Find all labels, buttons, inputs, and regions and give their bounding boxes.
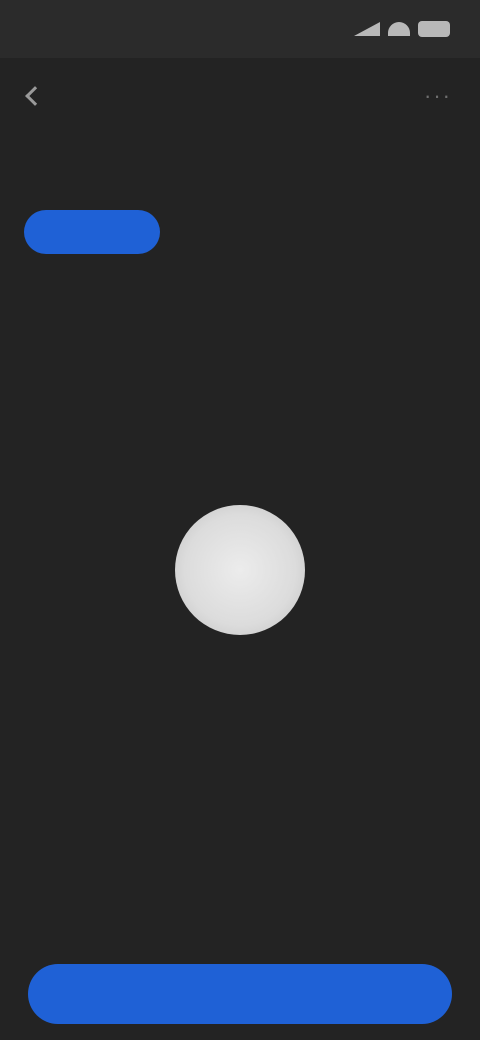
status-icons xyxy=(354,21,450,37)
empty-state xyxy=(60,505,420,745)
segment-option-3[interactable] xyxy=(320,142,456,262)
segment-value[interactable] xyxy=(172,210,308,254)
segment-option-2[interactable] xyxy=(172,142,308,262)
segment-label xyxy=(320,142,456,182)
battery-icon xyxy=(418,21,450,37)
status-bar xyxy=(0,0,480,58)
top-navigation: ··· xyxy=(0,70,480,122)
placeholder-circle-icon xyxy=(175,505,305,635)
back-arrow-icon[interactable] xyxy=(25,86,45,106)
segment-value[interactable] xyxy=(320,210,456,254)
more-icon[interactable]: ··· xyxy=(424,83,452,109)
app-screen: ··· xyxy=(0,0,480,1040)
segment-selector xyxy=(24,142,456,262)
signal-icon xyxy=(354,22,380,36)
segment-label xyxy=(172,142,308,182)
wifi-icon xyxy=(388,22,410,36)
segment-option-1[interactable] xyxy=(24,142,160,262)
segment-value[interactable] xyxy=(24,210,160,254)
segment-label xyxy=(24,142,160,182)
primary-action-button[interactable] xyxy=(28,964,452,1024)
